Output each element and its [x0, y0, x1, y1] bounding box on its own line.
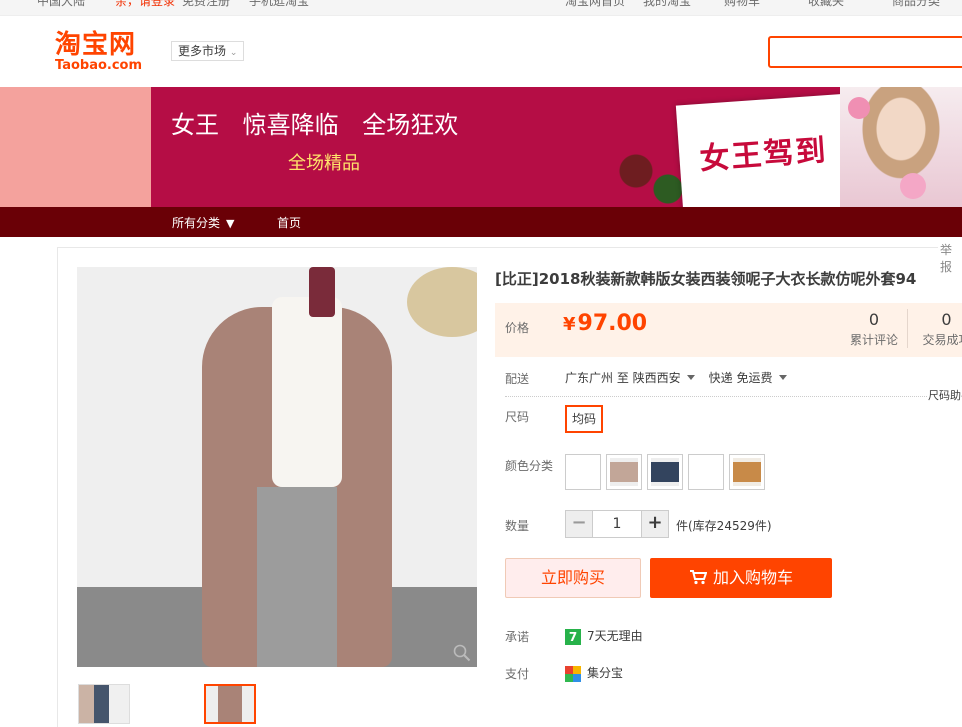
product-thumbnail[interactable]: [78, 684, 130, 724]
photo-pants: [257, 487, 337, 667]
site-nav-bar: 中国大陆 亲，请登录 免费注册 手机逛淘宝 淘宝网首页 我的淘宝 购物车 收藏夹…: [0, 0, 962, 16]
banner-card-text: 女王驾到: [698, 133, 829, 178]
chevron-down-icon: ⌄: [229, 48, 238, 58]
banner-slogan: 女王 惊喜降临 全场狂欢: [171, 111, 459, 139]
banner-model-image: [840, 87, 962, 207]
quantity-stepper: − 1 +: [565, 510, 669, 538]
color-swatch[interactable]: [606, 454, 642, 490]
shipping-info: 广东广州 至 陕西西安 快递 免运费: [565, 369, 801, 386]
quantity-label: 数量: [505, 519, 530, 533]
taobao-logo[interactable]: 淘宝网 Taobao.com: [55, 31, 151, 75]
categories-link[interactable]: 商品分类: [892, 0, 940, 9]
sales-count: 0: [941, 310, 952, 329]
more-market-label: 更多市场: [178, 44, 227, 58]
stock-text: 件(库存24529件): [676, 519, 772, 533]
product-thumbnail-selected[interactable]: [204, 684, 256, 724]
login-link[interactable]: 亲，请登录: [115, 0, 175, 9]
promise-text: 7天无理由: [587, 629, 643, 643]
add-to-cart-label: 加入购物车: [712, 568, 793, 587]
shop-home-link[interactable]: 首页: [277, 214, 301, 231]
divider: [505, 396, 962, 397]
ship-to-select[interactable]: 陕西西安: [633, 371, 681, 385]
buy-now-button[interactable]: 立即购买: [505, 558, 641, 598]
more-market-dropdown[interactable]: 更多市场 ⌄: [171, 41, 245, 61]
dropdown-arrow-icon[interactable]: [686, 375, 695, 380]
cart-link[interactable]: 购物车: [724, 0, 760, 9]
shop-nav-bar: 所有分类 ▼ 首页: [0, 207, 962, 237]
photo-phone: [309, 267, 335, 317]
photo-sweater: [272, 297, 342, 487]
increase-button[interactable]: +: [641, 510, 669, 538]
cart-icon: [689, 570, 707, 585]
price-amount: 97.00: [577, 311, 648, 336]
register-link[interactable]: 免费注册: [182, 0, 230, 9]
promise-label: 承诺: [505, 630, 530, 644]
reviews-count: 0: [868, 310, 880, 329]
flower-decoration: [848, 97, 870, 119]
taobao-home-link[interactable]: 淘宝网首页: [565, 0, 625, 9]
all-categories-label: 所有分类: [172, 216, 221, 230]
add-to-cart-button[interactable]: 加入购物车: [650, 558, 832, 598]
decrease-button[interactable]: −: [565, 510, 593, 538]
reviews-label: 累计评论: [849, 333, 898, 347]
my-taobao-link[interactable]: 我的淘宝: [643, 0, 691, 9]
price-panel: 价格 ¥97.00 0 累计评论 0 交易成功: [495, 303, 962, 357]
color-swatch[interactable]: [729, 454, 765, 490]
color-swatch[interactable]: [565, 454, 601, 490]
jifenbao-icon: [565, 665, 581, 682]
ship-from: 广东广州 至: [565, 371, 629, 385]
product-main-image[interactable]: [77, 267, 477, 667]
color-label: 颜色分类: [505, 459, 554, 473]
flower-decoration: [900, 173, 926, 199]
promise-info[interactable]: 7 7天无理由: [565, 627, 643, 645]
banner-subtitle: 全场精品: [288, 153, 360, 174]
size-helper-tab[interactable]: 尺码助手: [928, 387, 962, 403]
product-title: [比正]2018秋装新款韩版女装西装领呢子大衣长款仿呢外套94: [495, 270, 917, 288]
logo-en: Taobao.com: [55, 58, 143, 73]
dropdown-arrow-icon[interactable]: [778, 375, 787, 380]
payment-info[interactable]: 集分宝: [565, 664, 623, 682]
quantity-input[interactable]: 1: [593, 510, 641, 538]
price-label: 价格: [505, 321, 530, 335]
price-value: ¥97.00: [563, 311, 647, 336]
sales-label: 交易成功: [922, 333, 962, 347]
mobile-link[interactable]: 手机逛淘宝: [249, 0, 309, 9]
banner-side-block: [0, 87, 151, 207]
payment-label: 支付: [505, 667, 530, 681]
payment-text: 集分宝: [587, 666, 624, 680]
region-link[interactable]: 中国大陆: [37, 0, 85, 9]
color-swatch[interactable]: [688, 454, 724, 490]
all-categories-menu[interactable]: 所有分类 ▼: [172, 214, 234, 231]
size-label: 尺码: [505, 410, 530, 424]
color-swatch[interactable]: [647, 454, 683, 490]
ship-method-select[interactable]: 快递 免运费: [709, 371, 773, 385]
search-input[interactable]: [768, 36, 962, 68]
shop-banner: 女王 惊喜降临 全场狂欢 全场精品 女王驾到: [0, 87, 962, 207]
header: 淘宝网 Taobao.com 更多市场 ⌄: [0, 17, 962, 87]
triangle-down-icon: ▼: [226, 217, 235, 230]
zoom-icon[interactable]: [453, 644, 471, 662]
seven-day-return-icon: 7: [565, 628, 581, 645]
favorites-link[interactable]: 收藏夹: [808, 0, 844, 9]
reviews-stat[interactable]: 0 累计评论: [843, 309, 905, 348]
sales-stat: 0 交易成功: [907, 309, 962, 348]
size-option-selected[interactable]: 均码: [565, 405, 604, 433]
currency-symbol: ¥: [563, 314, 576, 335]
shipping-label: 配送: [505, 372, 530, 386]
logo-cn: 淘宝网: [55, 30, 137, 60]
